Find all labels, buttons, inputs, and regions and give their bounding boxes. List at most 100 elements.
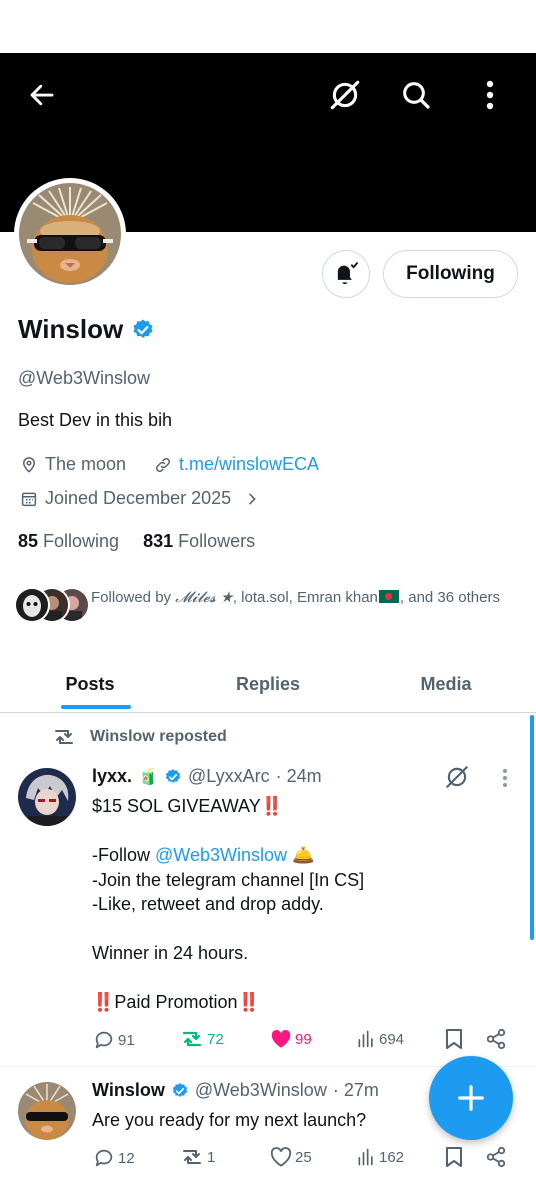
views-count: 162 [379,1148,405,1166]
double-exclamation-emoji: ‼️ [92,992,115,1012]
post-author-avatar[interactable] [18,1082,76,1140]
bell-emoji: 🛎️ [292,845,315,865]
following-count: 85 [18,531,39,551]
verified-badge-icon[interactable] [164,768,182,786]
post-mention[interactable]: @Web3Winslow [155,845,287,865]
heart-filled-icon [271,1029,291,1048]
post-author-name[interactable]: Winslow [92,1080,165,1101]
location-pin-icon [22,456,36,473]
verified-badge-icon[interactable] [171,1082,189,1100]
repost-label: Winslow reposted [90,728,227,745]
repost-icon [182,1031,202,1047]
post-header: Winslow @Web3Winslow · 27m [92,1080,379,1101]
chevron-right-icon [249,493,256,504]
repost-button[interactable]: 72 [180,1029,224,1049]
reply-icon [95,1149,113,1167]
like-button[interactable]: 25 [270,1147,312,1167]
post-time: · 27m [332,1080,379,1100]
post-text-line-5: Winner in 24 hours. [92,943,249,963]
status-bar-area [0,0,536,53]
share-button[interactable] [485,1028,507,1050]
scrollbar-thumb[interactable] [530,715,534,940]
post-author-handle[interactable]: @Web3Winslow [195,1080,327,1101]
tab-posts[interactable]: Posts [28,656,152,712]
post-text-line-2: -Follow @Web3Winslow 🛎️ [92,843,314,867]
repost-button[interactable]: 1 [180,1147,215,1167]
views-chart-icon [358,1030,373,1048]
views-button[interactable]: 162 [356,1147,404,1167]
bookmark-button[interactable] [444,1146,464,1168]
followed-by-names: , lota.sol, Emran khan [232,589,378,606]
location-item: The moon [20,454,126,475]
profile-name-row: Winslow [18,314,155,345]
repost-icon [183,1150,201,1164]
following-label: Following [43,531,120,551]
reply-count: 12 [118,1149,135,1167]
avatar-image [19,183,121,285]
followers-count: 831 [143,531,174,551]
location-text: The moon [45,454,127,474]
back-button[interactable] [20,73,64,117]
verified-badge-icon[interactable] [131,318,155,342]
profile-handle: @Web3Winslow [18,368,150,388]
repost-context[interactable]: Winslow reposted [52,727,227,747]
share-button[interactable] [485,1146,507,1168]
post-text-follow: -Follow [92,845,156,865]
more-options-button[interactable] [468,73,512,117]
views-button[interactable]: 694 [356,1029,404,1049]
more-vert-icon [486,80,494,110]
tab-media[interactable]: Media [384,656,508,712]
joined-item[interactable]: Joined December 2025 [20,488,260,509]
reply-button[interactable]: 91 [93,1029,135,1051]
grok-icon [330,80,360,110]
reply-button[interactable]: 12 [93,1147,135,1169]
followers-count-link[interactable]: 831 Followers [143,531,255,552]
active-tab-indicator [61,705,131,709]
like-count: 99 [295,1030,312,1048]
post-actions: 12 1 25 162 [0,1146,536,1170]
like-button[interactable]: 99 [270,1029,312,1049]
calendar-icon [21,492,37,506]
following-count-link[interactable]: 85 Following [18,531,119,552]
bookmark-icon [446,1147,462,1167]
website-item[interactable]: t.me/winslowECA [154,454,319,475]
post-grok-button[interactable] [444,764,470,790]
notification-bell-button[interactable] [322,250,370,298]
post-text-line-6: ‼️Paid Promotion‼️ [92,990,260,1014]
post-author-handle[interactable]: @LyxxArc [188,766,270,787]
followers-label: Followers [178,531,256,551]
profile-name: Winslow [18,314,124,344]
reply-icon [95,1031,113,1049]
link-icon [155,457,171,472]
search-button[interactable] [394,73,438,117]
profile-avatar[interactable] [14,178,126,290]
post-author-name[interactable]: lyxx. [92,766,132,787]
post-text-line-1: $15 SOL GIVEAWAY‼️ [92,794,283,818]
bookmark-icon [446,1029,462,1049]
share-icon [486,1028,506,1050]
post-text-paid-promotion: Paid Promotion [114,992,238,1012]
double-exclamation-emoji: ‼️ [237,992,260,1012]
views-chart-icon [358,1148,373,1166]
more-vert-icon [503,769,507,787]
post-author-avatar[interactable] [18,768,76,826]
double-exclamation-emoji: ‼️ [260,796,284,816]
compose-post-button[interactable] [429,1056,513,1140]
profile-bio: Best Dev in this bih [18,410,173,430]
repost-count: 1 [207,1148,216,1166]
plus-icon [458,1085,484,1111]
search-icon [403,82,430,109]
post-header: lyxx. 🧃 @LyxxArc · 24m [92,766,322,787]
website-link[interactable]: t.me/winslowECA [179,454,319,475]
grok-button[interactable] [323,73,367,117]
followed-by-prefix: Followed by [91,589,176,606]
bookmark-button[interactable] [444,1028,464,1050]
author-emoji: 🧃 [138,768,158,786]
heart-icon [270,1147,292,1167]
tab-replies[interactable]: Replies [206,656,330,712]
following-button[interactable]: Following [383,250,518,298]
followed-by-text: Followed by 𝓜𝓲𝓵𝓮𝓼 ★, lota.sol, Emran kha… [91,587,501,608]
grok-icon [446,766,468,788]
post-more-button[interactable] [502,768,508,788]
back-arrow-icon [30,84,54,106]
